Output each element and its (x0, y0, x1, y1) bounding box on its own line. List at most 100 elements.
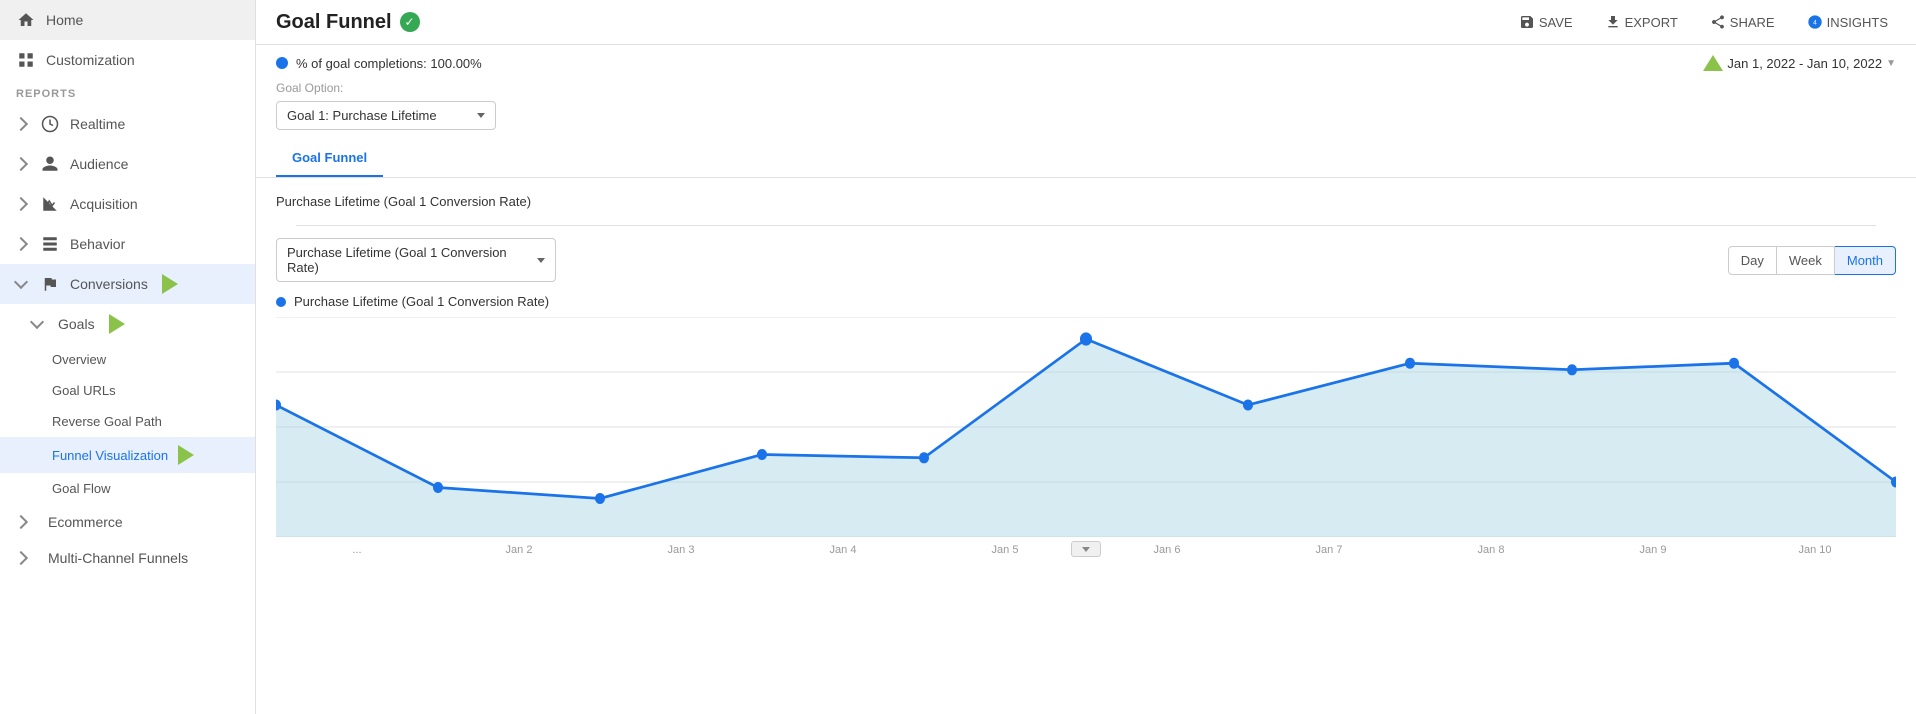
sidebar-subitem-funnel-visualization[interactable]: Funnel Visualization (0, 437, 255, 473)
chart-legend: Purchase Lifetime (Goal 1 Conversion Rat… (276, 294, 1896, 309)
multichannel-arrow-icon (14, 551, 28, 565)
export-button[interactable]: EXPORT (1597, 10, 1686, 34)
top-bar: Goal Funnel ✓ SAVE EXPORT SHARE 4 INSIGH… (256, 0, 1916, 45)
sidebar-item-label-realtime: Realtime (70, 116, 125, 132)
date-range-label: Jan 1, 2022 - Jan 10, 2022 (1727, 56, 1882, 71)
tab-bar: Goal Funnel (256, 140, 1916, 178)
reverse-goal-path-label: Reverse Goal Path (52, 414, 162, 429)
date-range-up-arrow-icon (1703, 55, 1723, 71)
x-label-4: Jan 5 (924, 544, 1086, 556)
goal-urls-label: Goal URLs (52, 383, 116, 398)
save-button[interactable]: SAVE (1511, 10, 1581, 34)
metric-dropdown-value: Purchase Lifetime (Goal 1 Conversion Rat… (287, 245, 531, 275)
sidebar-item-label-behavior: Behavior (70, 236, 125, 252)
x-axis-labels: ... Jan 2 Jan 3 Jan 4 Jan 5 Jan 6 Jan 7 … (276, 540, 1896, 556)
sidebar-subitem-goal-urls[interactable]: Goal URLs (0, 375, 255, 406)
goal-option-value: Goal 1: Purchase Lifetime (287, 108, 437, 123)
page-title: Goal Funnel (276, 11, 392, 34)
ecommerce-arrow-icon (14, 515, 28, 529)
conversions-highlight-arrow (162, 274, 178, 294)
share-label: SHARE (1730, 15, 1775, 30)
time-btn-week[interactable]: Week (1777, 246, 1835, 275)
time-btn-month[interactable]: Month (1835, 246, 1896, 275)
sidebar-subitem-goal-flow[interactable]: Goal Flow (0, 473, 255, 504)
completions-dot (276, 57, 288, 69)
reports-section-label: REPORTS (0, 80, 255, 104)
x-label-8: Jan 9 (1572, 544, 1734, 556)
audience-icon (40, 154, 60, 174)
multichannel-label: Multi-Channel Funnels (48, 550, 188, 566)
share-button[interactable]: SHARE (1702, 10, 1783, 34)
goal-option-section: Goal Option: Goal 1: Purchase Lifetime (256, 81, 1916, 140)
conversions-icon (40, 274, 60, 294)
sidebar-item-label-audience: Audience (70, 156, 128, 172)
insights-button[interactable]: 4 INSIGHTS (1799, 10, 1896, 34)
chart-container: ... Jan 2 Jan 3 Jan 4 Jan 5 Jan 6 Jan 7 … (276, 317, 1896, 537)
funnel-visualization-label: Funnel Visualization (52, 448, 168, 463)
sidebar: Home Customization REPORTS Realtime Audi… (0, 0, 256, 714)
sidebar-subitem-reverse-goal-path[interactable]: Reverse Goal Path (0, 406, 255, 437)
customization-icon (16, 50, 36, 70)
sidebar-item-behavior[interactable]: Behavior (0, 224, 255, 264)
customization-label: Customization (46, 52, 135, 68)
chart-subtitle: Purchase Lifetime (Goal 1 Conversion Rat… (276, 194, 1896, 209)
content-area: Purchase Lifetime (Goal 1 Conversion Rat… (256, 178, 1916, 714)
conversions-arrow-icon (14, 275, 28, 289)
goals-highlight-arrow (109, 314, 125, 334)
main-content: Goal Funnel ✓ SAVE EXPORT SHARE 4 INSIGH… (256, 0, 1916, 714)
sidebar-item-acquisition[interactable]: Acquisition (0, 184, 255, 224)
legend-dot-icon (276, 297, 286, 307)
top-bar-left: Goal Funnel ✓ (276, 11, 420, 34)
goal-flow-label: Goal Flow (52, 481, 111, 496)
audience-arrow-icon (14, 157, 28, 171)
sidebar-item-label-acquisition: Acquisition (70, 196, 138, 212)
sidebar-item-audience[interactable]: Audience (0, 144, 255, 184)
x-label-3: Jan 4 (762, 544, 924, 556)
legend-label: Purchase Lifetime (Goal 1 Conversion Rat… (294, 294, 549, 309)
tab-goal-funnel[interactable]: Goal Funnel (276, 140, 383, 177)
time-btn-day[interactable]: Day (1728, 246, 1777, 275)
metric-dropdown-arrow-icon (537, 258, 545, 263)
realtime-arrow-icon (14, 117, 28, 131)
goal-dropdown-arrow-icon (477, 113, 485, 118)
sidebar-item-ecommerce[interactable]: Ecommerce (0, 504, 255, 540)
save-icon (1519, 14, 1535, 30)
x-label-2: Jan 3 (600, 544, 762, 556)
overview-label: Overview (52, 352, 106, 367)
sidebar-item-realtime[interactable]: Realtime (0, 104, 255, 144)
sidebar-item-home[interactable]: Home (0, 0, 255, 40)
insights-icon: 4 (1807, 14, 1823, 30)
goals-label: Goals (58, 316, 95, 332)
time-period-buttons: Day Week Month (1728, 246, 1896, 275)
chart-svg (276, 317, 1896, 537)
behavior-icon (40, 234, 60, 254)
svg-text:4: 4 (1813, 20, 1817, 27)
acquisition-arrow-icon (14, 197, 28, 211)
tab-goal-funnel-label: Goal Funnel (292, 150, 367, 165)
sidebar-item-goals[interactable]: Goals (0, 304, 255, 344)
x-label-7: Jan 8 (1410, 544, 1572, 556)
x-label-6: Jan 7 (1248, 544, 1410, 556)
goal-option-dropdown[interactable]: Goal 1: Purchase Lifetime (276, 101, 496, 130)
x-label-5: Jan 6 (1086, 544, 1248, 556)
behavior-arrow-icon (14, 237, 28, 251)
insights-label: INSIGHTS (1827, 15, 1888, 30)
share-icon (1710, 14, 1726, 30)
top-bar-actions: SAVE EXPORT SHARE 4 INSIGHTS (1511, 10, 1896, 34)
completions-text: % of goal completions: 100.00% (296, 56, 482, 71)
sidebar-subitem-overview[interactable]: Overview (0, 344, 255, 375)
ecommerce-label: Ecommerce (48, 514, 123, 530)
goals-arrow-icon (30, 315, 44, 329)
sidebar-item-label-conversions: Conversions (70, 276, 148, 292)
x-label-0: ... (276, 544, 438, 556)
sidebar-item-customization[interactable]: Customization (0, 40, 255, 80)
metric-dropdown[interactable]: Purchase Lifetime (Goal 1 Conversion Rat… (276, 238, 556, 282)
sidebar-item-conversions[interactable]: Conversions (0, 264, 255, 304)
home-icon (16, 10, 36, 30)
chart-divider (296, 225, 1876, 226)
realtime-icon (40, 114, 60, 134)
x-label-1: Jan 2 (438, 544, 600, 556)
home-label: Home (46, 12, 83, 28)
date-range-selector[interactable]: Jan 1, 2022 - Jan 10, 2022 ▼ (1703, 55, 1896, 71)
sidebar-item-multichannel[interactable]: Multi-Channel Funnels (0, 540, 255, 576)
